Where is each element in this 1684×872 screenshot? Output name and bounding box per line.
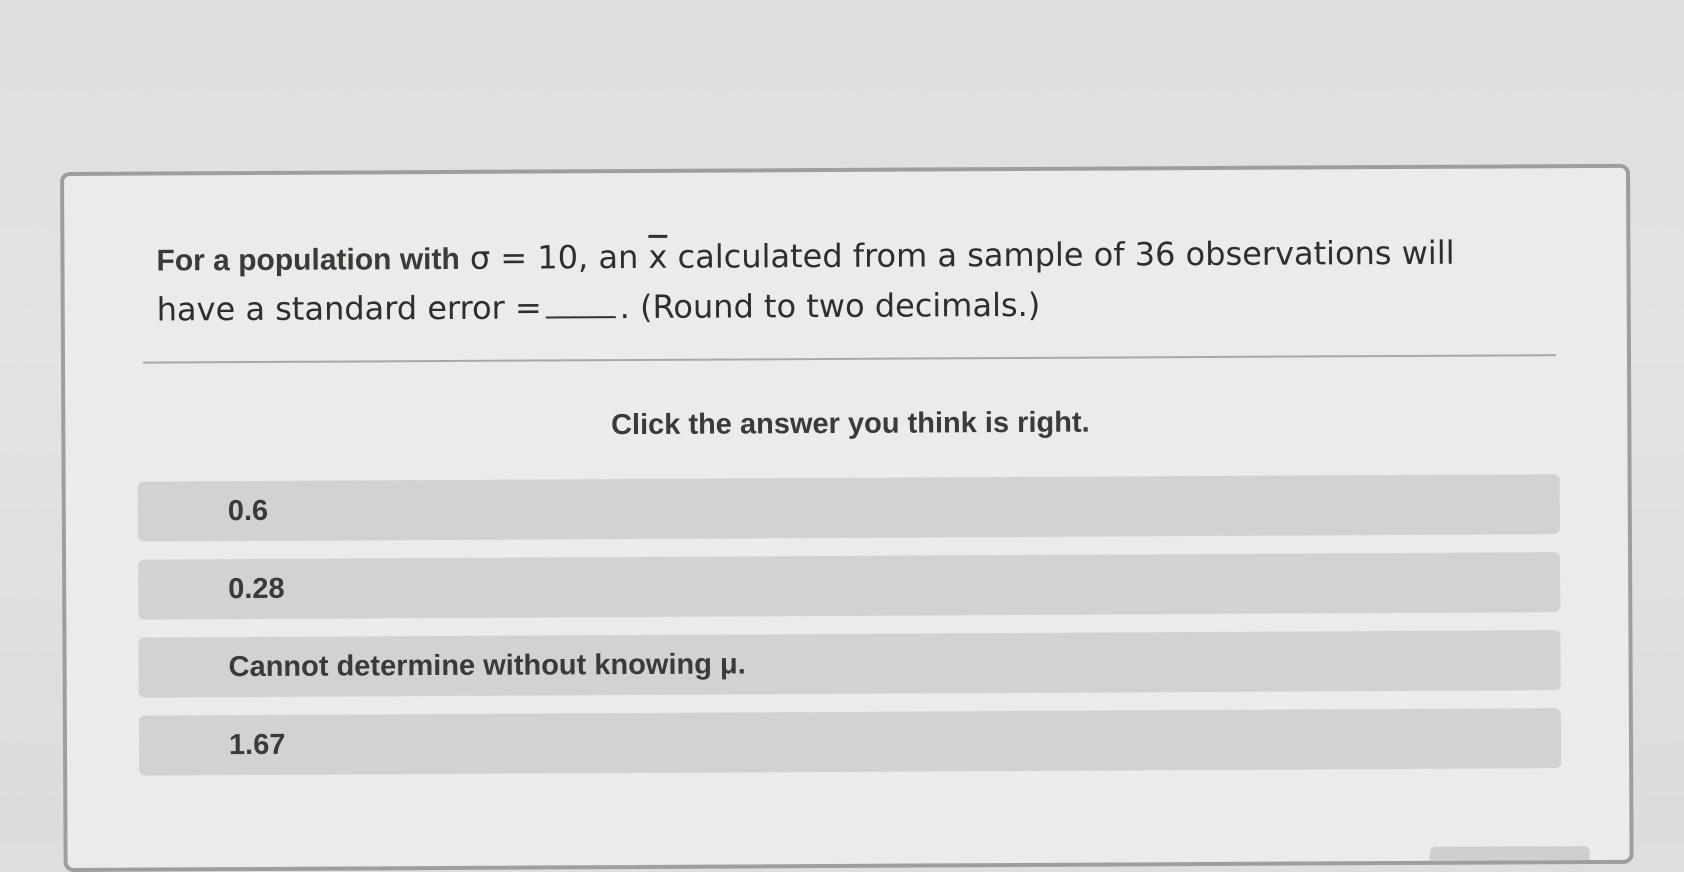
answer-option-3[interactable]: Cannot determine without knowing μ. <box>138 630 1561 698</box>
next-button-partial[interactable] <box>1429 846 1590 861</box>
divider <box>142 354 1556 364</box>
question-line2-start: have a standard error = <box>156 288 542 329</box>
answer-option-label: 1.67 <box>228 728 286 761</box>
question-text: For a population with σ = 10, an x calcu… <box>156 228 1556 333</box>
answer-option-2[interactable]: 0.28 <box>138 552 1561 620</box>
answer-option-label: Cannot determine without knowing μ. <box>228 647 746 683</box>
answer-option-label: 0.6 <box>227 494 269 527</box>
x-bar-symbol: x <box>648 237 668 276</box>
question-line2-end: . (Round to two decimals.) <box>619 285 1041 327</box>
answer-options: 0.6 0.28 Cannot determine without knowin… <box>137 474 1562 793</box>
question-card: For a population with σ = 10, an x calcu… <box>60 163 1634 872</box>
instruction-text: Click the answer you think is right. <box>610 406 1090 442</box>
sigma-equation: σ = 10, an <box>469 237 639 277</box>
answer-option-4[interactable]: 1.67 <box>138 708 1562 776</box>
answer-option-label: 0.28 <box>228 572 285 605</box>
question-lead: For a population with <box>156 242 460 278</box>
answer-blank <box>545 286 616 319</box>
answer-option-1[interactable]: 0.6 <box>137 474 1560 542</box>
question-line1-rest: calculated from a sample of 36 observati… <box>677 233 1455 276</box>
